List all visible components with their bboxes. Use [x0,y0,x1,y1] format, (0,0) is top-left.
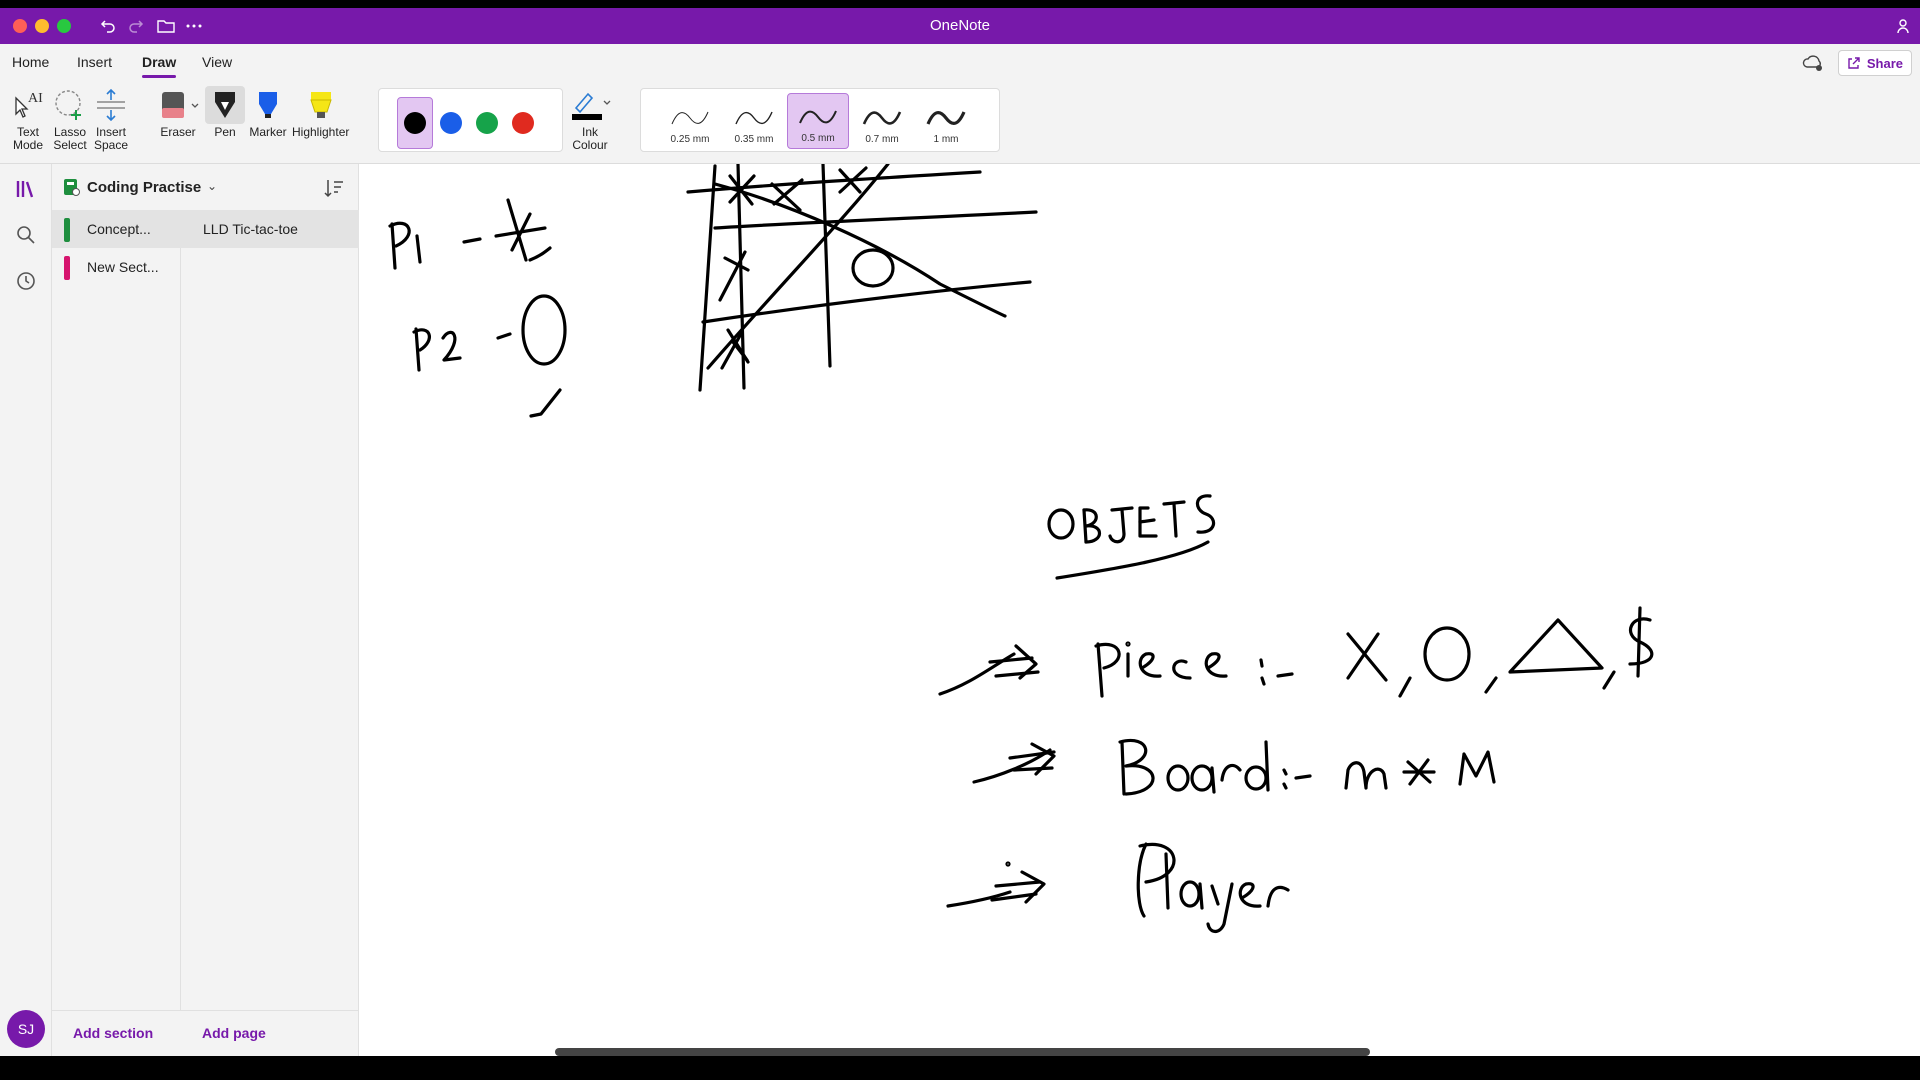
nav-rail: SJ [0,164,52,1056]
thickness-0-7mm[interactable]: 0.7 mm [851,93,913,149]
ink-board-line [972,738,1496,796]
ink-tic-tac-toe-grid [686,164,1038,392]
marker-icon [248,86,288,124]
notebooks-icon[interactable] [13,176,39,202]
marker-button[interactable]: Marker [248,86,288,139]
ink-p1-x [388,198,552,270]
pen-icon [205,86,245,124]
ink-colour-icon [566,86,614,124]
thickness-group: 0.25 mm 0.35 mm 0.5 mm 0.7 mm 1 mm [640,88,1000,152]
title-bar: OneNote [0,8,1920,44]
pen-button[interactable]: Pen [205,86,245,139]
horizontal-scrollbar[interactable] [555,1048,1370,1056]
insert-space-button[interactable]: Insert Space [91,86,131,152]
section-color-tab [64,218,70,242]
thickness-0-35mm[interactable]: 0.35 mm [723,93,785,149]
ink-p2-o [412,294,567,418]
search-icon[interactable] [13,222,39,248]
share-label: Share [1866,55,1903,71]
color-green-swatch[interactable] [469,97,505,149]
recent-clock-icon[interactable] [13,268,39,294]
notebook-name: Coding Practise [87,179,202,196]
thickness-0-25mm[interactable]: 0.25 mm [659,93,721,149]
add-page-button[interactable]: Add page [202,1025,266,1041]
section-item-new-section[interactable]: New Sect... [52,248,181,286]
share-button[interactable]: Share [1837,50,1912,76]
draw-ribbon: AI Text Mode Lasso Select Insert Space E… [0,80,1920,164]
text-cursor-icon: AI [8,86,48,124]
ink-player-line [946,842,1290,934]
pane-footer: Add section Add page [52,1010,359,1056]
color-blue-swatch[interactable] [433,97,469,149]
lasso-icon [50,86,90,124]
ink-colour-button[interactable]: Ink Colour [566,86,614,152]
app-title: OneNote [929,17,991,34]
share-icon [1848,57,1860,69]
highlighter-button[interactable]: Highlighter [292,86,349,139]
section-color-tab [64,256,70,280]
account-icon[interactable] [1892,14,1916,38]
text-mode-button[interactable]: AI Text Mode [8,86,48,152]
handwritten-ink [388,164,1654,934]
eraser-icon [154,86,202,124]
notebook-switcher[interactable]: Coding Practise ⌄ [52,164,359,210]
thickness-1mm[interactable]: 1 mm [915,93,977,149]
page-canvas[interactable] [360,164,1920,1056]
onenote-window: OneNote Home Insert Draw View Share AI T… [0,8,1920,1056]
svg-text:AI: AI [28,91,43,106]
thickness-0-5mm[interactable]: 0.5 mm [787,93,849,149]
page-item-lld-tic-tac-toe[interactable]: LLD Tic-tac-toe [181,210,359,248]
highlighter-icon [301,86,341,124]
ribbon-tabs: Home Insert Draw View Share [0,44,1920,80]
ink-piece-line [938,606,1654,698]
section-item-concept[interactable]: Concept... [52,210,181,248]
add-section-button[interactable]: Add section [73,1025,153,1041]
sections-list: Concept... New Sect... [52,210,181,1010]
chevron-down-icon: ⌄ [207,179,218,193]
ink-objets-heading [1047,494,1216,580]
user-avatar[interactable]: SJ [7,1010,45,1048]
tab-draw[interactable]: Draw [142,54,177,78]
sort-icon[interactable] [323,178,345,198]
lasso-select-button[interactable]: Lasso Select [50,86,90,152]
pages-list: LLD Tic-tac-toe [181,210,359,1010]
color-red-swatch[interactable] [505,97,541,149]
sync-status-icon[interactable] [1802,53,1824,73]
eraser-button[interactable]: Eraser [154,86,202,139]
navigation-pane: Coding Practise ⌄ Concept... New Sect...… [52,164,359,1056]
color-black-swatch[interactable] [397,97,433,149]
insert-space-icon [91,86,131,124]
tab-home[interactable]: Home [12,54,49,70]
pen-colors-group [378,88,563,152]
tab-view[interactable]: View [202,54,232,70]
tab-insert[interactable]: Insert [77,54,112,70]
notebook-icon [64,179,80,196]
